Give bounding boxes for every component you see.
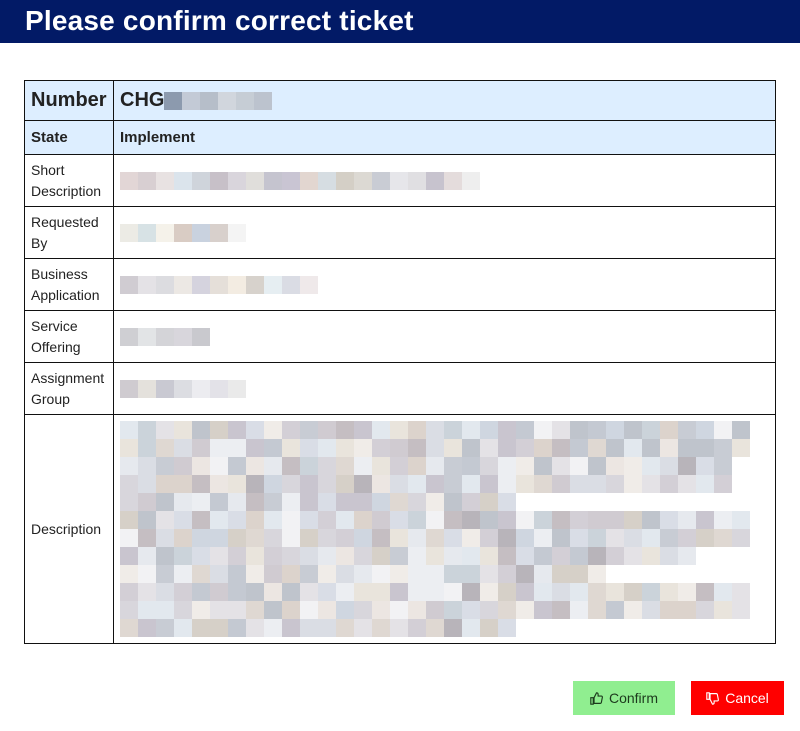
table-row-service-offering: Service Offering bbox=[24, 310, 776, 363]
table-row-requested-by: Requested By bbox=[24, 206, 776, 259]
service-offering-label: Service Offering bbox=[24, 310, 114, 363]
number-label: Number bbox=[24, 80, 114, 121]
requested-by-label: Requested By bbox=[24, 206, 114, 259]
confirm-button[interactable]: Confirm bbox=[573, 681, 675, 715]
redacted-text bbox=[120, 224, 246, 243]
business-application-label: Business Application bbox=[24, 258, 114, 311]
table-row-business-application: Business Application bbox=[24, 258, 776, 311]
state-value: Implement bbox=[113, 120, 776, 155]
state-label: State bbox=[24, 120, 114, 155]
table-row-state: State Implement bbox=[24, 120, 776, 155]
confirm-label: Confirm bbox=[608, 690, 658, 706]
redacted-text bbox=[120, 328, 210, 347]
short-description-label: Short Description bbox=[24, 154, 114, 207]
redacted-text bbox=[120, 276, 318, 295]
cancel-label: Cancel bbox=[725, 690, 769, 706]
description-value bbox=[113, 414, 776, 644]
thumbs-down-icon bbox=[706, 691, 720, 705]
description-label: Description bbox=[24, 414, 114, 644]
redacted-text bbox=[120, 380, 246, 399]
table-row-description: Description bbox=[24, 414, 776, 644]
redacted-number bbox=[164, 91, 273, 110]
requested-by-value bbox=[113, 206, 776, 259]
title-bar: Please confirm correct ticket bbox=[0, 0, 800, 43]
redacted-text bbox=[120, 172, 480, 191]
redacted-description bbox=[120, 415, 769, 643]
table-row-number: Number CHG bbox=[24, 80, 776, 121]
short-description-value bbox=[113, 154, 776, 207]
table-row-assignment-group: Assignment Group bbox=[24, 362, 776, 415]
business-application-value bbox=[113, 258, 776, 311]
table-row-short-description: Short Description bbox=[24, 154, 776, 207]
ticket-table: Number CHG State Implement Short Descript… bbox=[24, 80, 776, 644]
assignment-group-label: Assignment Group bbox=[24, 362, 114, 415]
number-cell: CHG bbox=[113, 80, 776, 121]
cancel-button[interactable]: Cancel bbox=[691, 681, 784, 715]
assignment-group-value bbox=[113, 362, 776, 415]
number-value: CHG bbox=[120, 89, 165, 111]
thumbs-up-icon bbox=[590, 691, 603, 705]
service-offering-value bbox=[113, 310, 776, 363]
page-title: Please confirm correct ticket bbox=[25, 5, 414, 36]
